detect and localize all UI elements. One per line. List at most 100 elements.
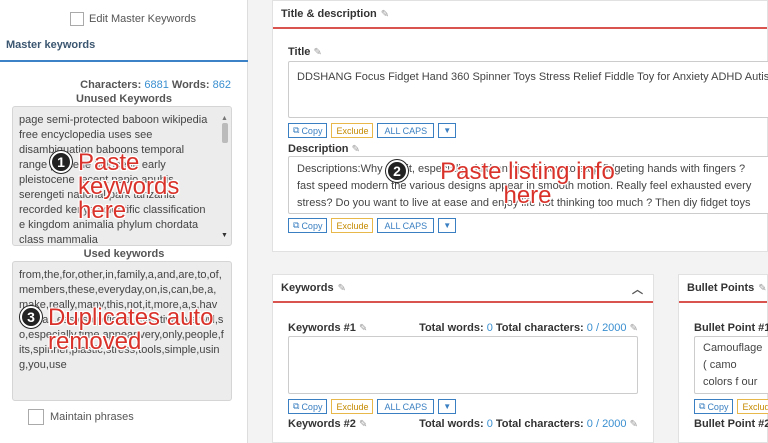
pencil-icon[interactable]: ✎ bbox=[352, 144, 360, 155]
title-value: DDSHANG Focus Fidget Hand 360 Spinner To… bbox=[297, 71, 768, 83]
description-label-text: Description bbox=[288, 143, 349, 155]
caret-down-icon: ▼ bbox=[443, 221, 452, 230]
annotation-text: Paste listing info here bbox=[440, 158, 615, 209]
edit-master-keywords-toggle[interactable]: Edit Master Keywords bbox=[70, 12, 196, 26]
characters-count: 6881 bbox=[144, 79, 169, 91]
caret-down-icon: ▼ bbox=[443, 402, 452, 411]
total-chars-value: 0 / 2000 bbox=[586, 418, 627, 430]
pencil-icon[interactable]: ✎ bbox=[338, 283, 346, 294]
copy-label: Copy bbox=[707, 401, 729, 412]
copy-icon: ⧉ bbox=[293, 125, 300, 135]
edit-master-checkbox[interactable] bbox=[70, 12, 84, 26]
scroll-thumb[interactable] bbox=[222, 123, 228, 143]
step-badge: 2 bbox=[386, 160, 408, 182]
total-chars-label: Total characters: bbox=[495, 322, 584, 334]
step-badge: 1 bbox=[50, 151, 72, 173]
copy-description-button[interactable]: ⧉ Copy bbox=[288, 218, 328, 233]
characters-label: Characters: bbox=[80, 79, 142, 91]
bullet1-label: Bullet Point #1 bbox=[694, 322, 768, 334]
keyword-stats: Characters: 6881 Words: 862 bbox=[80, 79, 231, 91]
copy-title-button[interactable]: ⧉ Copy bbox=[288, 123, 328, 138]
pencil-icon[interactable]: ✎ bbox=[758, 283, 766, 294]
title-description-header: Title & description ✎ bbox=[273, 1, 767, 29]
used-keywords-heading: Used keywords bbox=[83, 248, 165, 260]
bullet-points-panel: Bullet Points ✎ Bullet Point #1 Camoufla… bbox=[678, 274, 768, 443]
bullet2-label: Bullet Point #2 bbox=[694, 418, 768, 430]
keywords1-input[interactable] bbox=[288, 336, 638, 394]
exclude-keywords-button[interactable]: Exclude bbox=[331, 399, 374, 414]
copy-bullet-button[interactable]: ⧉ Copy bbox=[694, 399, 734, 414]
pencil-icon[interactable]: ✎ bbox=[630, 323, 638, 334]
maintain-phrases-label: Maintain phrases bbox=[50, 411, 134, 423]
caret-down-icon: ▼ bbox=[443, 126, 452, 135]
bullet1-value: Camouflage ( camo colors f our shop bbox=[703, 342, 763, 388]
bullet1-label-text: Bullet Point #1 bbox=[694, 322, 768, 334]
scroll-down-arrow-icon[interactable]: ▼ bbox=[221, 228, 228, 243]
exclude-bullet-button[interactable]: Exclude bbox=[737, 399, 768, 414]
title-description-panel: Title & description ✎ Title ✎ DDSHANG Fo… bbox=[272, 0, 768, 252]
maintain-phrases-toggle[interactable]: Maintain phrases bbox=[28, 409, 134, 425]
copy-label: Copy bbox=[301, 220, 323, 231]
pencil-icon[interactable]: ✎ bbox=[630, 419, 638, 430]
maintain-phrases-checkbox[interactable] bbox=[28, 409, 44, 425]
bullet2-label-text: Bullet Point #2 bbox=[694, 418, 768, 430]
copy-label: Copy bbox=[301, 125, 323, 136]
copy-icon: ⧉ bbox=[293, 401, 300, 411]
copy-keywords-button[interactable]: ⧉ Copy bbox=[288, 399, 328, 414]
keywords-dropdown-button[interactable]: ▼ bbox=[438, 399, 457, 414]
words-label: Words: bbox=[171, 79, 210, 91]
all-caps-description-button[interactable]: ALL CAPS bbox=[377, 218, 435, 233]
all-caps-title-button[interactable]: ALL CAPS bbox=[377, 123, 435, 138]
pencil-icon[interactable]: ✎ bbox=[359, 419, 367, 430]
description-label: Description ✎ bbox=[288, 143, 360, 155]
master-keywords-tab[interactable]: Master keywords bbox=[6, 39, 95, 51]
copy-icon: ⧉ bbox=[293, 220, 300, 230]
total-words-value: 0 bbox=[486, 322, 493, 334]
title-label-text: Title bbox=[288, 46, 311, 58]
total-words-label: Total words: bbox=[419, 418, 484, 430]
keywords2-label-text: Keywords #2 bbox=[288, 418, 356, 430]
unused-keywords-heading: Unused Keywords bbox=[76, 93, 172, 105]
master-tab-underline bbox=[0, 60, 248, 62]
title-dropdown-button[interactable]: ▼ bbox=[438, 123, 457, 138]
keywords1-label-text: Keywords #1 bbox=[288, 322, 356, 334]
description-dropdown-button[interactable]: ▼ bbox=[438, 218, 457, 233]
panel-title: Keywords bbox=[281, 282, 334, 294]
bullet-points-header: Bullet Points ✎ bbox=[679, 275, 767, 303]
keywords1-button-row: ⧉ Copy Exclude ALL CAPS ▼ bbox=[288, 399, 457, 414]
annotation-text: Duplicates auto removed bbox=[48, 304, 214, 355]
exclude-description-button[interactable]: Exclude bbox=[331, 218, 374, 233]
bullet1-button-row: ⧉Copy Exclude bbox=[694, 399, 768, 414]
step-badge: 3 bbox=[20, 306, 42, 328]
copy-label: Copy bbox=[301, 401, 323, 412]
annotation-text: Paste keywords here bbox=[78, 149, 180, 224]
total-chars-value: 0 / 2000 bbox=[586, 322, 627, 334]
total-chars-label: Total characters: bbox=[495, 418, 584, 430]
pencil-icon[interactable]: ✎ bbox=[381, 9, 389, 20]
keywords1-stats: Total words: 0 Total characters: 0 / 200… bbox=[419, 322, 638, 334]
words-count: 862 bbox=[212, 79, 231, 91]
total-words-value: 0 bbox=[486, 418, 493, 430]
title-label: Title ✎ bbox=[288, 46, 322, 58]
title-input[interactable]: DDSHANG Focus Fidget Hand 360 Spinner To… bbox=[288, 61, 768, 118]
collapse-chevron-icon[interactable]: ︿ bbox=[632, 281, 643, 297]
description-button-row: ⧉ Copy Exclude ALL CAPS ▼ bbox=[288, 218, 457, 233]
pencil-icon[interactable]: ✎ bbox=[359, 323, 367, 334]
total-words-label: Total words: bbox=[419, 322, 484, 334]
all-caps-keywords-button[interactable]: ALL CAPS bbox=[377, 399, 435, 414]
keywords-header: Keywords ✎ ︿ bbox=[273, 275, 653, 303]
panel-title: Bullet Points bbox=[687, 282, 755, 294]
keywords-panel: Keywords ✎ ︿ Keywords #1 ✎ Total words: … bbox=[272, 274, 654, 443]
keywords2-stats: Total words: 0 Total characters: 0 / 200… bbox=[419, 418, 638, 430]
annotation-paste-keywords: 1 Paste keywords here bbox=[50, 151, 230, 223]
annotation-paste-listing: 2 Paste listing info here bbox=[386, 160, 641, 208]
exclude-title-button[interactable]: Exclude bbox=[331, 123, 374, 138]
bullet1-input[interactable]: Camouflage ( camo colors f our shop bbox=[694, 336, 768, 394]
edit-master-label: Edit Master Keywords bbox=[89, 13, 196, 25]
keywords1-label: Keywords #1 ✎ bbox=[288, 322, 367, 334]
title-button-row: ⧉ Copy Exclude ALL CAPS ▼ bbox=[288, 123, 457, 138]
copy-icon: ⧉ bbox=[699, 401, 706, 411]
pencil-icon[interactable]: ✎ bbox=[313, 47, 321, 58]
annotation-duplicates: 3 Duplicates auto removed bbox=[20, 306, 220, 354]
panel-title: Title & description bbox=[281, 8, 377, 20]
